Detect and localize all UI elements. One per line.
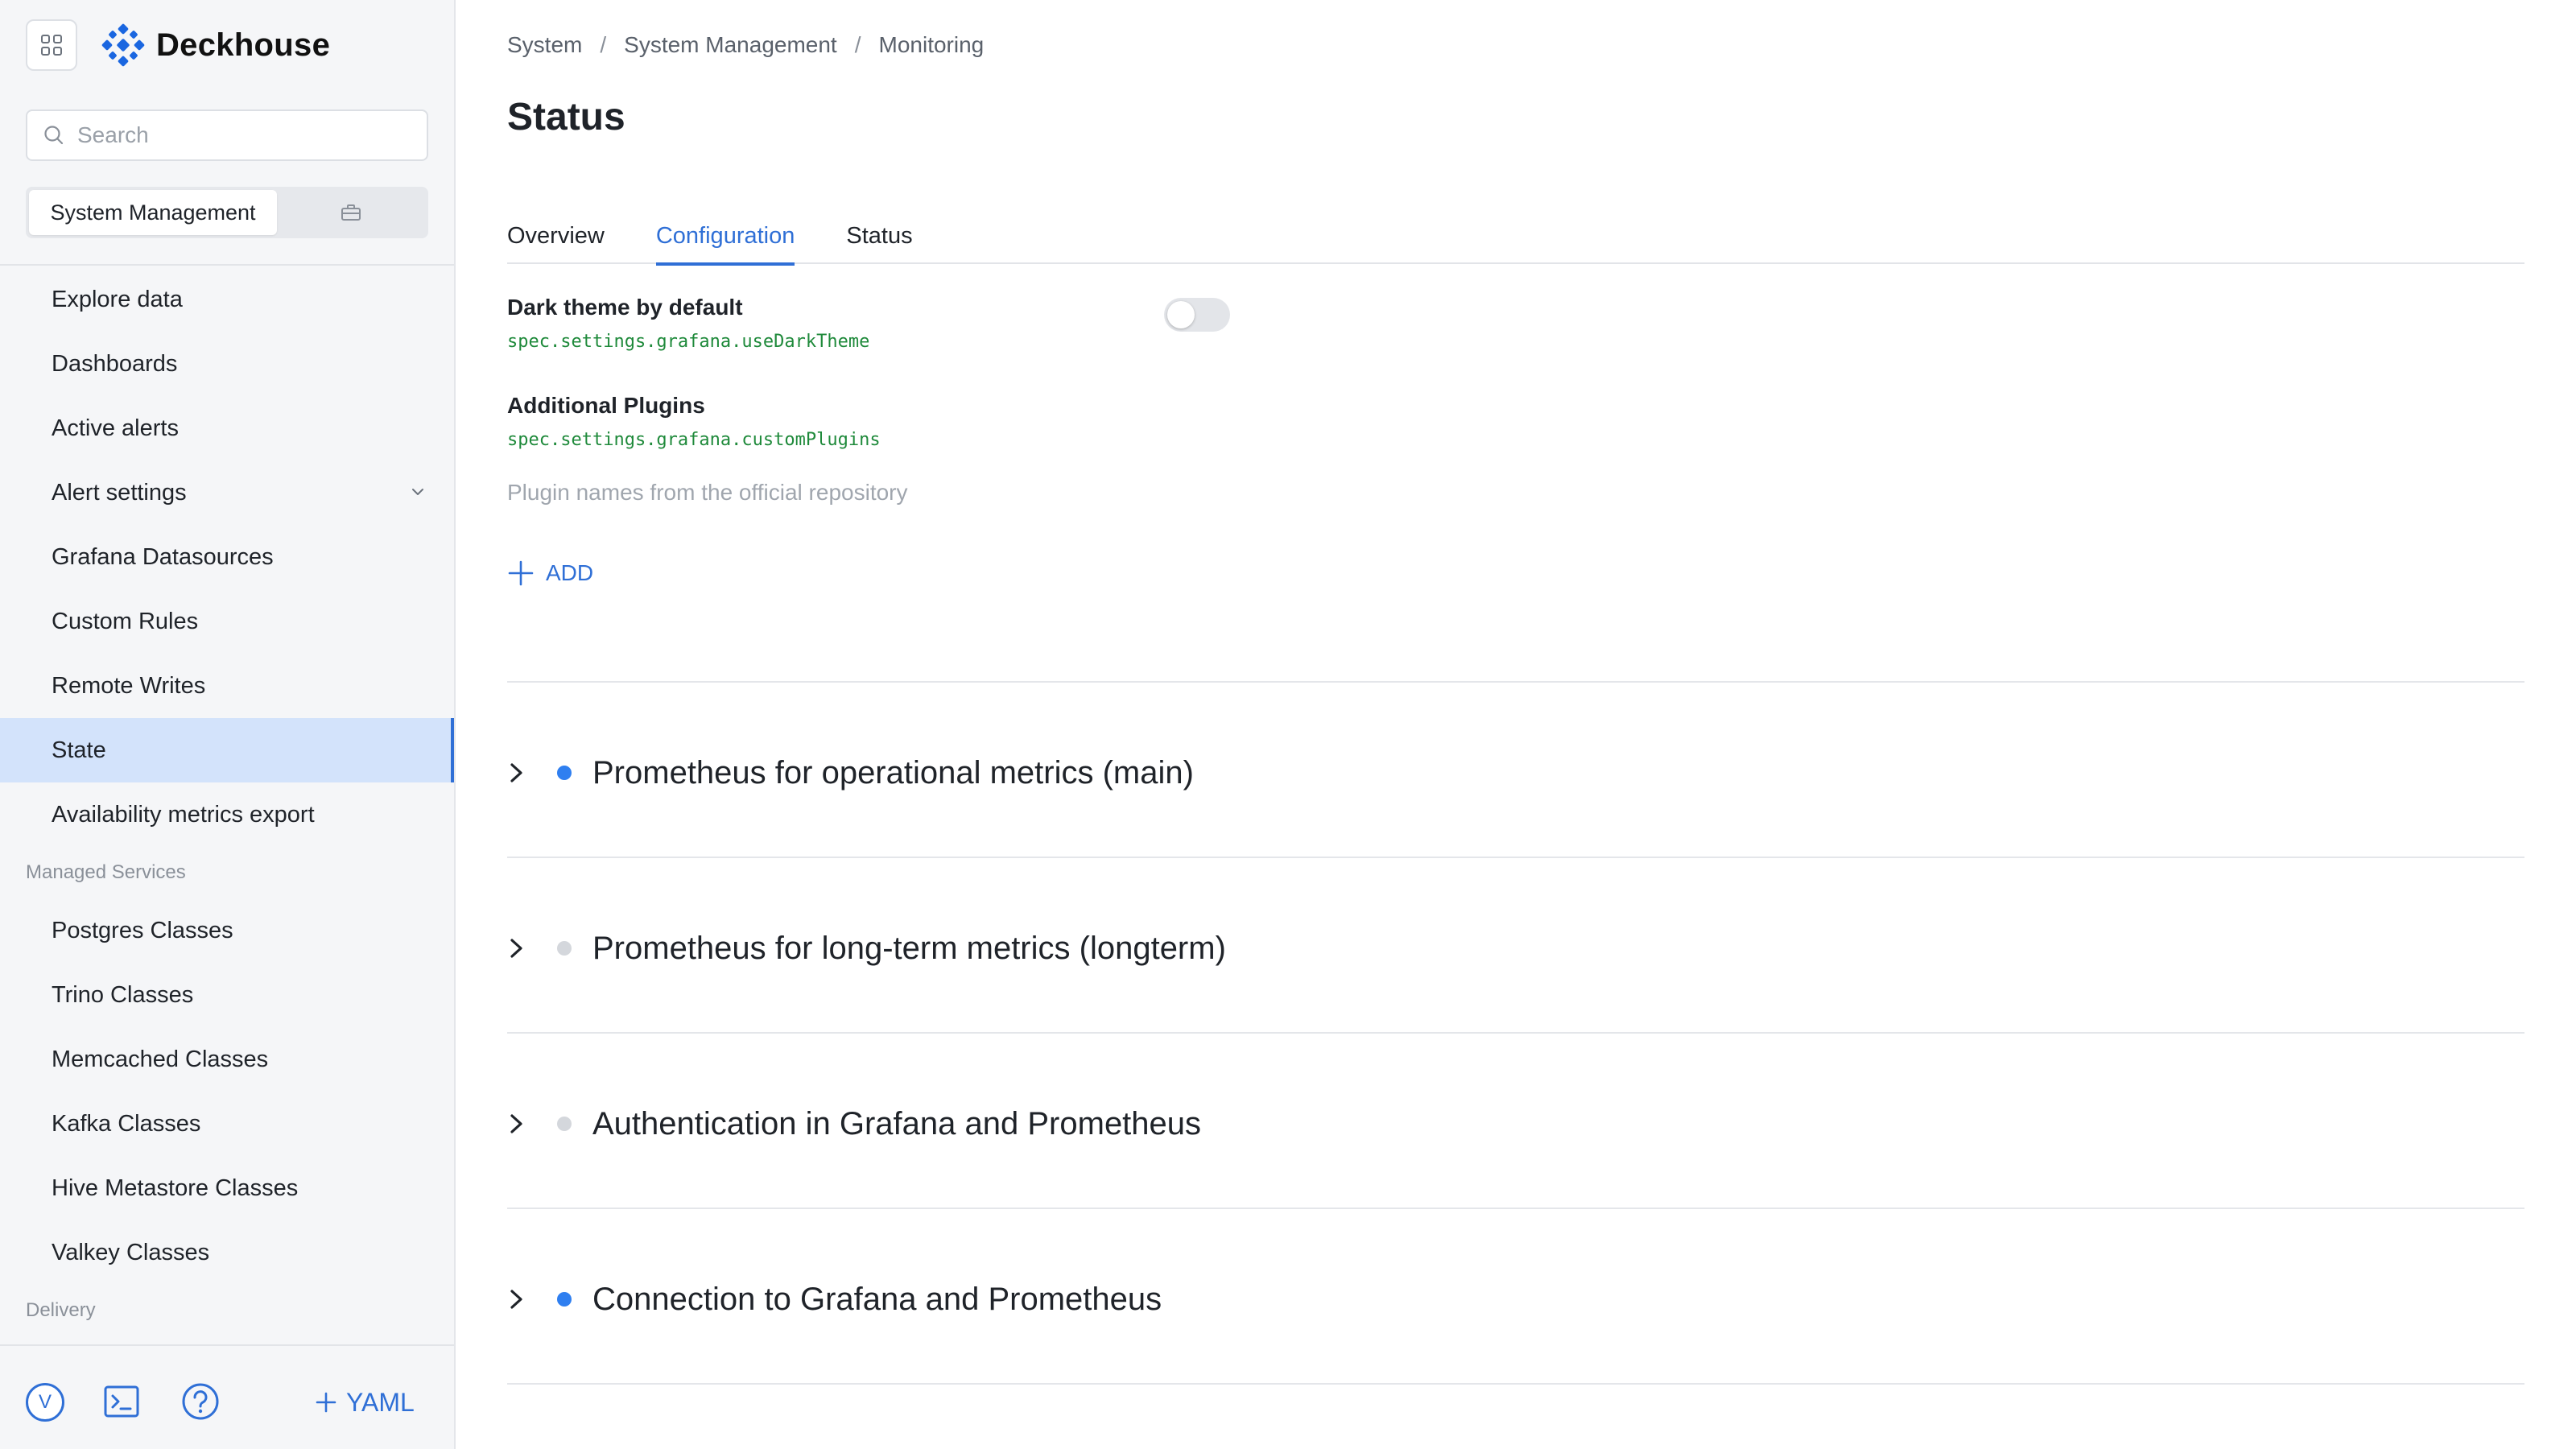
section-divider	[507, 857, 2524, 858]
breadcrumb-separator: /	[854, 32, 861, 57]
sidebar-item-grafana-datasources[interactable]: Grafana Datasources	[0, 525, 454, 589]
sidebar-item-postgres-classes[interactable]: Postgres Classes	[0, 898, 454, 963]
sidebar-item-active-alerts[interactable]: Active alerts	[0, 396, 454, 460]
sidebar-item-label: Active alerts	[52, 415, 179, 441]
add-plugin-button[interactable]: ADD	[507, 555, 593, 591]
breadcrumb: System / System Management / Monitoring	[507, 32, 984, 58]
tab-bar: Overview Configuration Status	[507, 208, 2524, 266]
status-dot	[557, 1117, 572, 1131]
sidebar-header: Deckhouse System Management	[0, 0, 454, 266]
tab-configuration[interactable]: Configuration	[655, 208, 795, 266]
plugins-hint: Plugin names from the official repositor…	[507, 480, 908, 505]
sidebar-item-alert-settings[interactable]: Alert settings	[0, 460, 454, 525]
sidebar-section-managed-services: Managed Services	[26, 861, 186, 883]
tab-status[interactable]: Status	[846, 208, 912, 264]
context-switcher: System Management	[26, 187, 428, 238]
add-yaml-button[interactable]: YAML	[314, 1381, 415, 1423]
briefcase-icon	[341, 204, 361, 221]
sidebar-item-remote-writes[interactable]: Remote Writes	[0, 654, 454, 718]
sidebar-item-label: Explore data	[52, 286, 183, 312]
section-divider	[507, 681, 2524, 683]
context-system-management[interactable]: System Management	[29, 190, 277, 235]
context-projects[interactable]	[277, 190, 425, 235]
grid-icon	[41, 35, 62, 56]
sidebar-item-label: Dashboards	[52, 350, 178, 377]
sidebar-item-label: Custom Rules	[52, 608, 199, 634]
dark-theme-path: spec.settings.grafana.useDarkTheme	[507, 332, 870, 352]
section-divider	[507, 1383, 2524, 1385]
chevron-right-icon	[507, 1287, 536, 1311]
plus-icon	[508, 560, 534, 586]
page-title: Status	[507, 96, 625, 138]
chevron-right-icon	[507, 936, 536, 960]
tab-overview[interactable]: Overview	[507, 208, 605, 264]
dark-theme-toggle[interactable]	[1164, 298, 1230, 332]
sidebar-item-state[interactable]: State	[0, 718, 454, 782]
user-avatar[interactable]: V	[26, 1383, 64, 1422]
additional-plugins-label: Additional Plugins	[507, 393, 705, 418]
sidebar-item-dashboards[interactable]: Dashboards	[0, 332, 454, 396]
breadcrumb-system-management[interactable]: System Management	[624, 32, 837, 58]
dark-theme-label: Dark theme by default	[507, 295, 743, 320]
sidebar-footer: V YAML	[0, 1344, 454, 1449]
sidebar-item-label: Trino Classes	[52, 981, 194, 1008]
sidebar-nav: Explore data Dashboards Active alerts Al…	[0, 267, 454, 1336]
sidebar-item-label: State	[52, 737, 106, 763]
chevron-right-icon	[507, 1112, 536, 1136]
sidebar-item-label: Memcached Classes	[52, 1046, 269, 1072]
sidebar-item-label: Availability metrics export	[52, 801, 315, 828]
sidebar-item-trino-classes[interactable]: Trino Classes	[0, 963, 454, 1027]
sidebar-item-label: Remote Writes	[52, 672, 206, 699]
sidebar-item-label: Postgres Classes	[52, 917, 233, 943]
section-title: Prometheus for long-term metrics (longte…	[592, 930, 1226, 966]
sidebar: Deckhouse System Management Explore data…	[0, 0, 456, 1449]
section-prometheus-main[interactable]: Prometheus for operational metrics (main…	[507, 749, 2524, 797]
yaml-label: YAML	[346, 1387, 415, 1417]
section-divider	[507, 1032, 2524, 1034]
add-label: ADD	[546, 560, 594, 585]
breadcrumb-separator: /	[600, 32, 607, 57]
section-connection[interactable]: Connection to Grafana and Prometheus	[507, 1275, 2524, 1323]
sidebar-item-custom-rules[interactable]: Custom Rules	[0, 589, 454, 654]
plus-icon	[316, 1392, 336, 1413]
toggle-knob	[1167, 301, 1195, 328]
sidebar-section-delivery: Delivery	[26, 1299, 96, 1321]
app-switcher-button[interactable]	[26, 19, 77, 71]
section-authentication[interactable]: Authentication in Grafana and Prometheus	[507, 1100, 2524, 1148]
section-title: Prometheus for operational metrics (main…	[592, 754, 1194, 791]
sidebar-item-availability-metrics-export[interactable]: Availability metrics export	[0, 782, 454, 847]
help-icon[interactable]	[180, 1381, 221, 1422]
sidebar-item-label: Alert settings	[52, 479, 187, 506]
sidebar-item-hive-metastore-classes[interactable]: Hive Metastore Classes	[0, 1156, 454, 1220]
status-dot	[557, 941, 572, 956]
main-content: System / System Management / Monitoring …	[507, 0, 2536, 1449]
section-divider	[507, 1208, 2524, 1209]
section-title: Connection to Grafana and Prometheus	[592, 1281, 1162, 1317]
sidebar-item-kafka-classes[interactable]: Kafka Classes	[0, 1092, 454, 1156]
chevron-down-icon[interactable]	[409, 483, 427, 501]
deckhouse-logo-icon	[101, 23, 145, 67]
breadcrumb-system[interactable]: System	[507, 32, 582, 58]
sidebar-item-label: Valkey Classes	[52, 1239, 210, 1265]
sidebar-item-valkey-classes[interactable]: Valkey Classes	[0, 1220, 454, 1285]
additional-plugins-path: spec.settings.grafana.customPlugins	[507, 430, 881, 450]
status-dot	[557, 766, 572, 780]
sidebar-item-label: Hive Metastore Classes	[52, 1174, 299, 1201]
chevron-right-icon	[507, 761, 536, 785]
status-dot	[557, 1292, 572, 1307]
sidebar-item-label: Kafka Classes	[52, 1110, 201, 1137]
breadcrumb-monitoring[interactable]: Monitoring	[879, 32, 985, 58]
section-title: Authentication in Grafana and Prometheus	[592, 1105, 1202, 1141]
sidebar-item-explore-data[interactable]: Explore data	[0, 267, 454, 332]
brand-logo[interactable]: Deckhouse	[101, 21, 330, 69]
search-icon	[44, 126, 64, 145]
sidebar-item-label: Grafana Datasources	[52, 543, 274, 570]
search-input[interactable]	[77, 122, 415, 148]
brand-name: Deckhouse	[156, 27, 331, 63]
sidebar-item-memcached-classes[interactable]: Memcached Classes	[0, 1027, 454, 1092]
section-prometheus-longterm[interactable]: Prometheus for long-term metrics (longte…	[507, 924, 2524, 972]
terminal-icon[interactable]	[103, 1383, 140, 1420]
search-box[interactable]	[26, 109, 428, 161]
